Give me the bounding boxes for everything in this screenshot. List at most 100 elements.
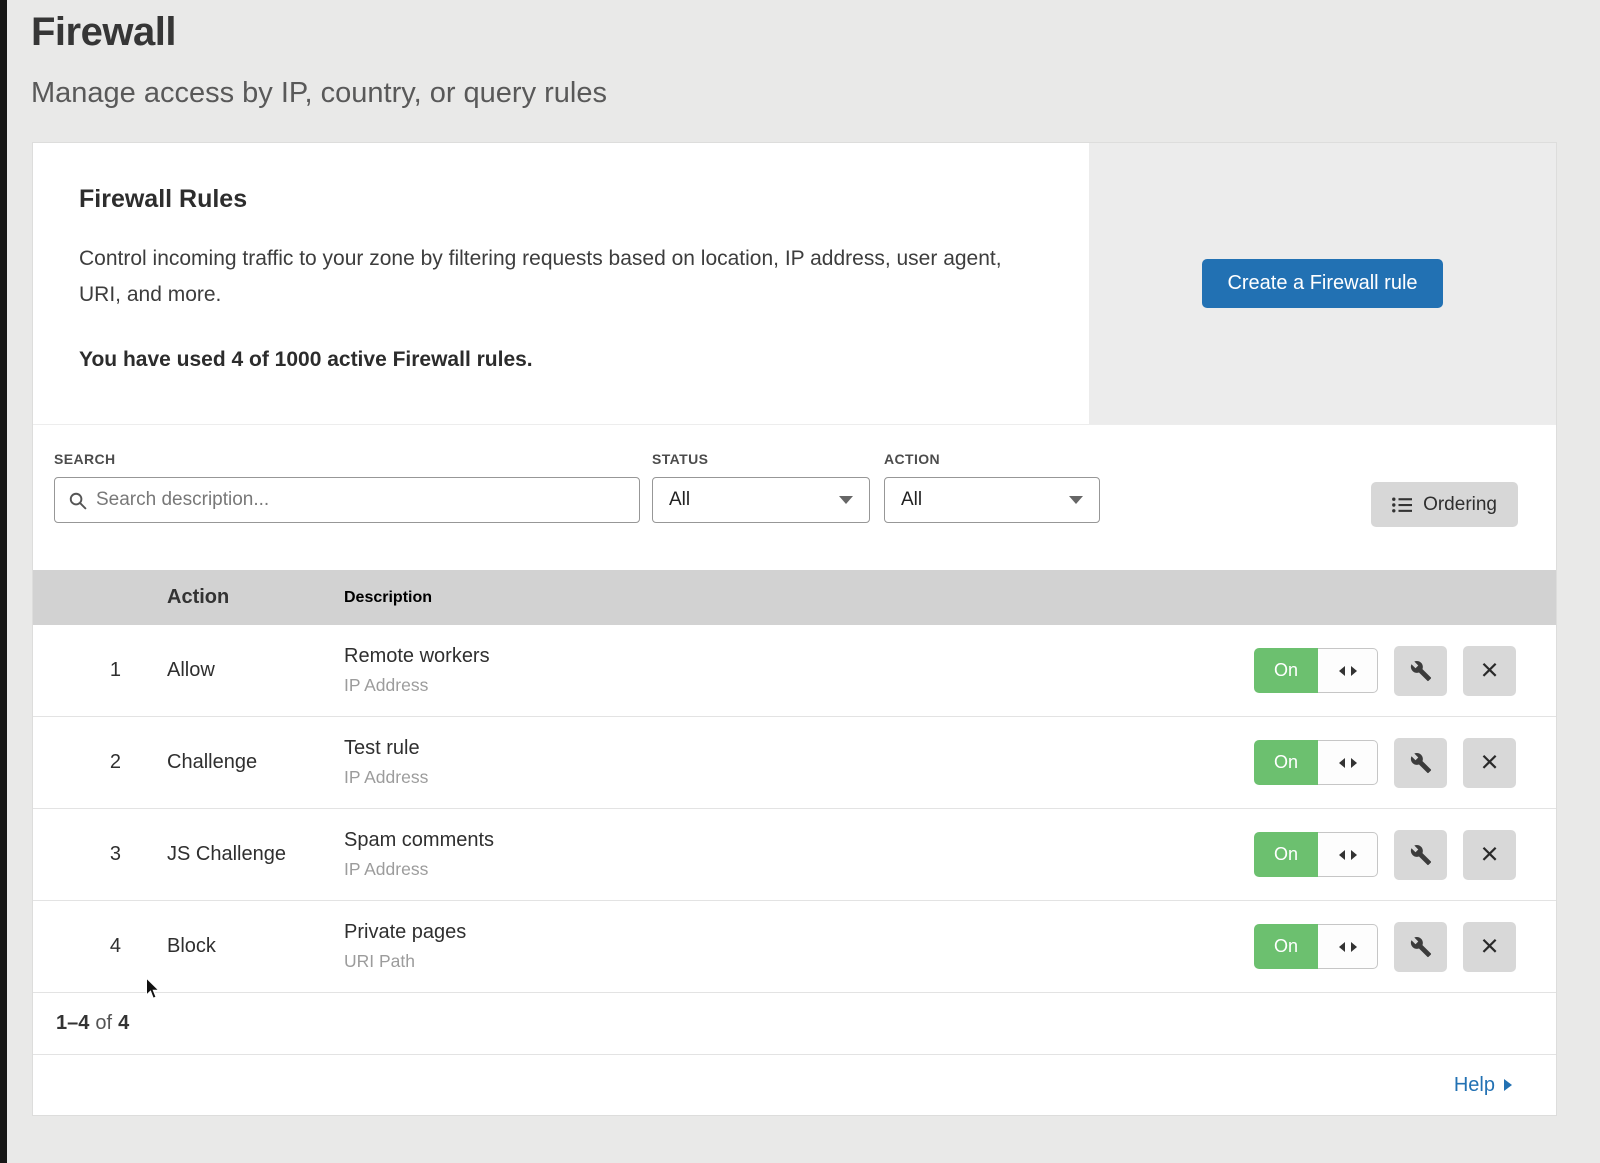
screen-edge — [0, 0, 7, 1163]
search-icon — [68, 491, 87, 510]
rule-action: Allow — [167, 659, 344, 682]
table-row: 4 Block Private pages URI Path On — [33, 901, 1556, 993]
rule-description-title: Test rule — [344, 737, 1254, 760]
toggle-drag-handle[interactable] — [1318, 648, 1378, 693]
action-selected-value: All — [901, 489, 922, 511]
description-column-header: Description — [344, 589, 1556, 607]
table-row: 1 Allow Remote workers IP Address On — [33, 625, 1556, 717]
card-footer: Help — [33, 1055, 1556, 1115]
close-icon: × — [1480, 654, 1498, 685]
wrench-icon — [1410, 660, 1432, 682]
ordered-list-icon — [1392, 497, 1412, 513]
delete-rule-button[interactable]: × — [1463, 738, 1516, 788]
rule-enabled-toggle[interactable]: On — [1254, 924, 1378, 969]
pagination: 1–4 of 4 — [33, 993, 1556, 1055]
edit-rule-button[interactable] — [1394, 830, 1447, 880]
rule-enabled-toggle[interactable]: On — [1254, 740, 1378, 785]
toggle-drag-handle[interactable] — [1318, 832, 1378, 877]
rule-match-type: URI Path — [344, 951, 1254, 972]
action-select[interactable]: All — [884, 477, 1100, 523]
rule-controls: On × — [1254, 922, 1556, 972]
edit-rule-button[interactable] — [1394, 738, 1447, 788]
left-right-arrows-icon — [1335, 755, 1361, 771]
firewall-rules-card: Firewall Rules Control incoming traffic … — [33, 143, 1556, 1115]
rule-action: JS Challenge — [167, 843, 344, 866]
left-right-arrows-icon — [1335, 663, 1361, 679]
search-box — [54, 477, 640, 523]
create-firewall-rule-button[interactable]: Create a Firewall rule — [1202, 259, 1442, 308]
create-rule-panel: Create a Firewall rule — [1089, 143, 1556, 424]
delete-rule-button[interactable]: × — [1463, 922, 1516, 972]
search-label: SEARCH — [54, 451, 640, 467]
page-header: Firewall Manage access by IP, country, o… — [31, 10, 607, 110]
status-filter: STATUS All — [652, 451, 870, 523]
rule-number: 2 — [33, 751, 167, 774]
status-selected-value: All — [669, 489, 690, 511]
overview-text: Firewall Rules Control incoming traffic … — [33, 143, 1089, 372]
overview-heading: Firewall Rules — [79, 185, 1089, 214]
filters-bar: SEARCH STATUS All ACTION All — [33, 425, 1556, 570]
toggle-on-state[interactable]: On — [1254, 648, 1318, 693]
edit-rule-button[interactable] — [1394, 646, 1447, 696]
action-column-header: Action — [167, 586, 344, 609]
help-link[interactable]: Help — [1454, 1074, 1512, 1097]
delete-rule-button[interactable]: × — [1463, 646, 1516, 696]
rule-match-type: IP Address — [344, 767, 1254, 788]
pagination-of-label: of — [95, 1012, 112, 1035]
toggle-drag-handle[interactable] — [1318, 740, 1378, 785]
toggle-on-state[interactable]: On — [1254, 740, 1318, 785]
rule-controls: On × — [1254, 738, 1556, 788]
rule-action: Challenge — [167, 751, 344, 774]
rule-number: 4 — [33, 935, 167, 958]
wrench-icon — [1410, 936, 1432, 958]
wrench-icon — [1410, 752, 1432, 774]
action-label: ACTION — [884, 451, 1100, 467]
table-row: 3 JS Challenge Spam comments IP Address … — [33, 809, 1556, 901]
rule-description: Private pages URI Path — [344, 921, 1254, 972]
rule-number: 3 — [33, 843, 167, 866]
rule-description-title: Spam comments — [344, 829, 1254, 852]
rule-controls: On × — [1254, 830, 1556, 880]
search-input[interactable] — [96, 489, 626, 511]
close-icon: × — [1480, 838, 1498, 869]
wrench-icon — [1410, 844, 1432, 866]
ordering-button[interactable]: Ordering — [1371, 482, 1518, 527]
rule-description-title: Remote workers — [344, 645, 1254, 668]
page-subtitle: Manage access by IP, country, or query r… — [31, 77, 607, 110]
close-icon: × — [1480, 930, 1498, 961]
search-filter: SEARCH — [54, 451, 640, 523]
edit-rule-button[interactable] — [1394, 922, 1447, 972]
chevron-down-icon — [839, 496, 853, 504]
close-icon: × — [1480, 746, 1498, 777]
overview-section: Firewall Rules Control incoming traffic … — [33, 143, 1556, 425]
table-row: 2 Challenge Test rule IP Address On — [33, 717, 1556, 809]
rule-description-title: Private pages — [344, 921, 1254, 944]
action-filter: ACTION All — [884, 451, 1100, 523]
pagination-range: 1–4 — [56, 1012, 89, 1035]
rule-description: Test rule IP Address — [344, 737, 1254, 788]
toggle-drag-handle[interactable] — [1318, 924, 1378, 969]
rule-match-type: IP Address — [344, 859, 1254, 880]
ordering-button-label: Ordering — [1423, 494, 1497, 516]
overview-description: Control incoming traffic to your zone by… — [79, 241, 1029, 313]
chevron-down-icon — [1069, 496, 1083, 504]
arrow-right-icon — [1504, 1079, 1512, 1091]
left-right-arrows-icon — [1335, 939, 1361, 955]
pagination-total: 4 — [118, 1012, 129, 1035]
rule-description: Spam comments IP Address — [344, 829, 1254, 880]
help-link-label: Help — [1454, 1074, 1495, 1097]
rule-action: Block — [167, 935, 344, 958]
rule-enabled-toggle[interactable]: On — [1254, 832, 1378, 877]
rule-match-type: IP Address — [344, 675, 1254, 696]
rule-description: Remote workers IP Address — [344, 645, 1254, 696]
page-title: Firewall — [31, 10, 607, 55]
toggle-on-state[interactable]: On — [1254, 924, 1318, 969]
delete-rule-button[interactable]: × — [1463, 830, 1516, 880]
usage-summary: You have used 4 of 1000 active Firewall … — [79, 348, 1089, 372]
toggle-on-state[interactable]: On — [1254, 832, 1318, 877]
rule-controls: On × — [1254, 646, 1556, 696]
status-select[interactable]: All — [652, 477, 870, 523]
rule-enabled-toggle[interactable]: On — [1254, 648, 1378, 693]
left-right-arrows-icon — [1335, 847, 1361, 863]
status-label: STATUS — [652, 451, 870, 467]
